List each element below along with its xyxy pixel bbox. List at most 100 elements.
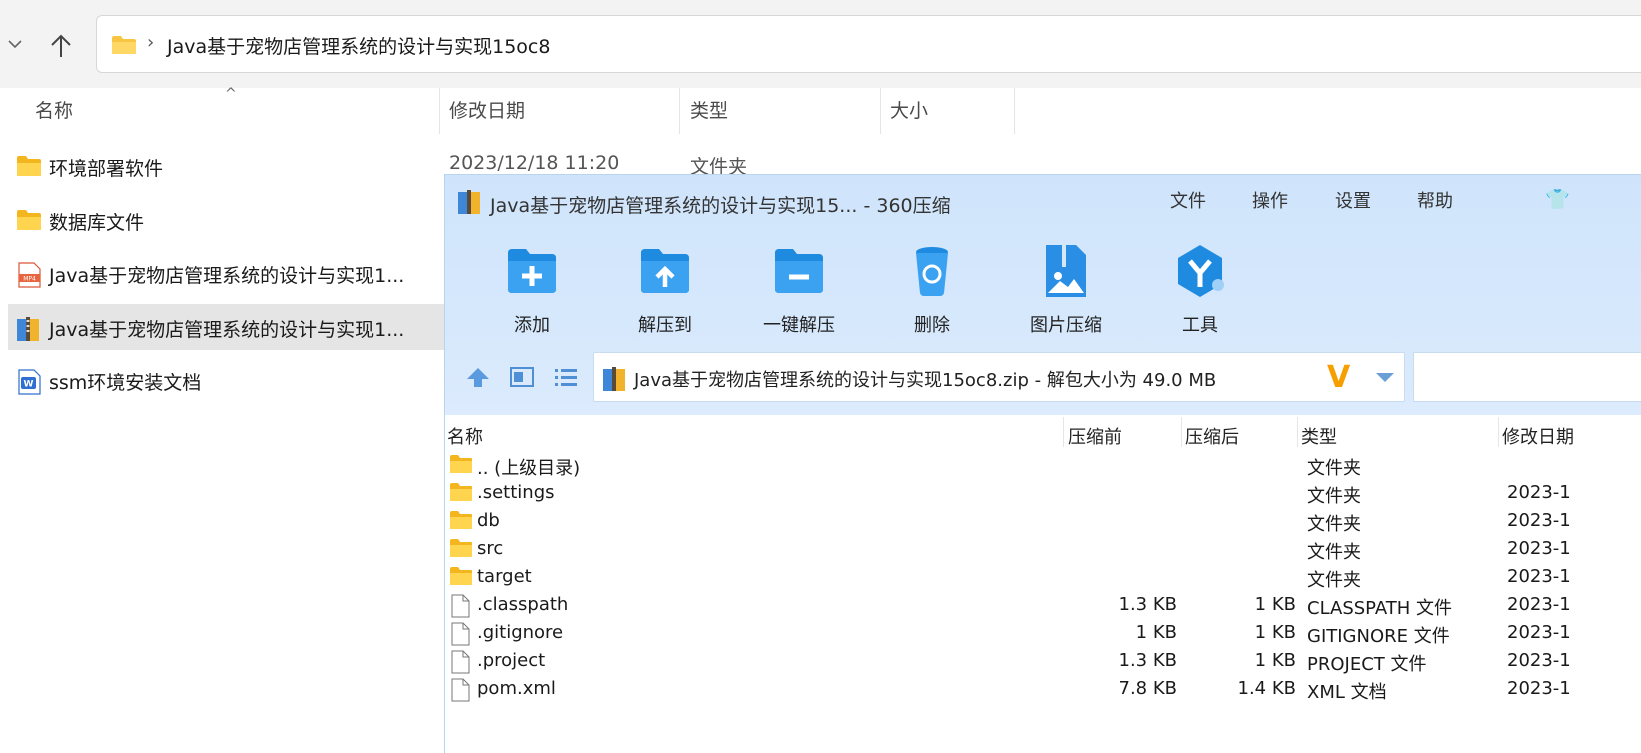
archive-entry-type: GITIGNORE 文件 — [1307, 626, 1450, 647]
archive-entry-size-before: 1 KB — [1135, 622, 1177, 643]
archive-row[interactable]: target 文件夹 2023-1 — [445, 564, 1641, 592]
tools-label: 工具 — [1182, 315, 1218, 336]
file-icon — [451, 594, 470, 618]
view-mode-icon[interactable] — [509, 365, 535, 389]
archive-entry-name: .settings — [477, 482, 555, 503]
archive-entry-date: 2023-1 — [1507, 538, 1571, 559]
column-header-modified[interactable]: 修改日期 — [449, 88, 525, 134]
file-name: 环境部署软件 — [49, 158, 164, 180]
archive-entry-date: 2023-1 — [1507, 482, 1571, 503]
column-divider[interactable] — [439, 88, 440, 134]
archive-entry-name: .gitignore — [477, 622, 564, 643]
archive-path-bar[interactable]: Java基于宠物店管理系统的设计与实现15oc8.zip - 解包大小为 49.… — [593, 352, 1405, 402]
extract-to-button[interactable]: 解压到 — [605, 243, 725, 337]
folder-icon — [17, 156, 41, 176]
up-level-icon[interactable] — [465, 365, 491, 389]
archive-entry-size-after: 1 KB — [1254, 622, 1296, 643]
menu-file[interactable]: 文件 — [1170, 187, 1206, 213]
column-header-name[interactable]: 名称 — [447, 423, 483, 449]
column-header-type[interactable]: 类型 — [690, 88, 728, 134]
archive-entry-date: 2023-1 — [1507, 622, 1571, 643]
folder-icon — [112, 36, 136, 54]
tools-button[interactable]: 工具 — [1140, 243, 1260, 337]
file-row[interactable]: 数据库文件 — [8, 197, 444, 243]
archive-entry-date: 2023-1 — [1507, 510, 1571, 531]
archive-row[interactable]: .classpath 1.3 KB 1 KB CLASSPATH 文件 2023… — [445, 592, 1641, 620]
skin-icon[interactable]: 👕 — [1545, 187, 1570, 211]
add-button[interactable]: 添加 — [472, 243, 592, 337]
archive-entry-size-before: 7.8 KB — [1118, 678, 1178, 699]
one-click-extract-icon — [775, 249, 823, 293]
file-icon — [451, 650, 470, 674]
up-arrow-icon[interactable] — [48, 32, 74, 60]
column-header-type[interactable]: 类型 — [1301, 423, 1337, 449]
folder-icon — [450, 455, 472, 473]
archive-entry-type: CLASSPATH 文件 — [1307, 598, 1453, 619]
archive-entry-type: 文件夹 — [1307, 458, 1361, 479]
folder-icon — [450, 567, 472, 585]
column-header-size[interactable]: 大小 — [890, 88, 928, 134]
archive-row[interactable]: .settings 文件夹 2023-1 — [445, 480, 1641, 508]
file-row[interactable]: MP4 Java基于宠物店管理系统的设计与实现1... — [8, 250, 444, 296]
dropdown-arrow-icon[interactable] — [1376, 373, 1394, 382]
image-compress-button[interactable]: 图片压缩 — [1006, 243, 1126, 337]
archive-search-input[interactable] — [1413, 352, 1641, 402]
archive-entry-date: 2023-1 — [1507, 566, 1571, 587]
file-icon — [451, 678, 470, 702]
address-bar[interactable]: › Java基于宠物店管理系统的设计与实现15oc8 — [96, 15, 1641, 73]
column-header-name[interactable]: 名称 — [35, 88, 73, 134]
chevron-down-icon[interactable] — [6, 34, 24, 54]
archive-entry-type: XML 文档 — [1307, 682, 1387, 703]
mp4-file-icon: MP4 — [18, 262, 41, 288]
column-divider[interactable] — [880, 88, 881, 134]
archive-row[interactable]: .. (上级目录) 文件夹 — [445, 452, 1641, 480]
word-doc-icon: W — [18, 369, 41, 395]
archive-row[interactable]: .gitignore 1 KB 1 KB GITIGNORE 文件 2023-1 — [445, 620, 1641, 648]
archive-row[interactable]: pom.xml 7.8 KB 1.4 KB XML 文档 2023-1 — [445, 676, 1641, 704]
column-divider[interactable] — [1297, 417, 1298, 447]
archive-entry-date: 2023-1 — [1507, 678, 1571, 699]
one-click-extract-button[interactable]: 一键解压 — [739, 243, 859, 337]
archive-row[interactable]: src 文件夹 2023-1 — [445, 536, 1641, 564]
column-divider[interactable] — [1063, 417, 1064, 447]
folder-icon — [450, 539, 472, 557]
menu-operation[interactable]: 操作 — [1252, 187, 1288, 213]
file-modified-date: 2023/12/18 11:20 — [449, 152, 620, 174]
delete-button[interactable]: 删除 — [872, 243, 992, 337]
archive-entry-size-after: 1 KB — [1254, 594, 1296, 615]
file-row[interactable]: 环境部署软件 — [8, 143, 444, 189]
file-name: 数据库文件 — [49, 212, 145, 234]
file-row-selected[interactable]: Java基于宠物店管理系统的设计与实现1... — [8, 304, 444, 350]
column-divider[interactable] — [679, 88, 680, 134]
zip-archive-icon — [603, 367, 625, 391]
column-divider[interactable] — [1498, 417, 1499, 447]
menu-help[interactable]: 帮助 — [1417, 187, 1453, 213]
column-header-before[interactable]: 压缩前 — [1068, 423, 1122, 449]
v-badge-icon[interactable]: V — [1327, 360, 1350, 395]
delete-icon — [916, 247, 948, 296]
file-name: Java基于宠物店管理系统的设计与实现1... — [49, 265, 405, 287]
column-divider[interactable] — [1181, 417, 1182, 447]
archive-entry-size-before: 1.3 KB — [1118, 594, 1178, 615]
archive-row[interactable]: .project 1.3 KB 1 KB PROJECT 文件 2023-1 — [445, 648, 1641, 676]
archive-entry-name: pom.xml — [477, 678, 556, 699]
file-row[interactable]: W ssm环境安装文档 — [8, 357, 444, 403]
breadcrumb-current-folder[interactable]: Java基于宠物店管理系统的设计与实现15oc8 — [167, 32, 550, 59]
column-header-modified[interactable]: 修改日期 — [1502, 423, 1574, 449]
file-icon — [451, 622, 470, 646]
add-label: 添加 — [514, 315, 550, 336]
archive-entry-date: 2023-1 — [1507, 650, 1571, 671]
menu-settings[interactable]: 设置 — [1335, 187, 1371, 213]
archive-entry-name: db — [477, 510, 500, 531]
extract-to-label: 解压到 — [638, 315, 692, 336]
column-divider[interactable] — [1014, 88, 1015, 134]
folder-icon — [17, 210, 41, 230]
archive-entry-size-after: 1 KB — [1254, 650, 1296, 671]
archive-entry-type: 文件夹 — [1307, 514, 1361, 535]
list-view-icon[interactable] — [553, 365, 579, 389]
archive-entry-size-before: 1.3 KB — [1118, 650, 1178, 671]
archive-row[interactable]: db 文件夹 2023-1 — [445, 508, 1641, 536]
breadcrumb-separator-icon: › — [147, 32, 155, 53]
archive-window-header: Java基于宠物店管理系统的设计与实现15... - 360压缩 文件 操作 设… — [445, 175, 1641, 415]
column-header-after[interactable]: 压缩后 — [1185, 423, 1239, 449]
